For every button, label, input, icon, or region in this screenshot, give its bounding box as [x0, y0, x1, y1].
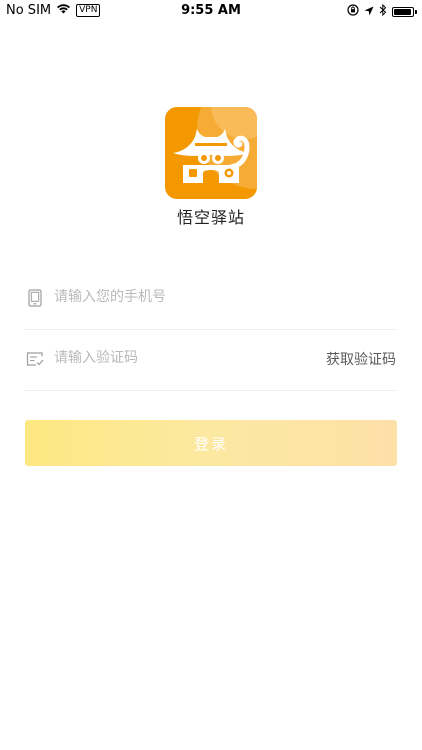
orientation-lock-icon	[347, 4, 359, 20]
status-bar: No SIM VPN 9:55 AM	[0, 0, 422, 22]
bluetooth-icon	[379, 3, 387, 20]
battery-level	[394, 9, 412, 15]
battery-tip	[415, 10, 417, 14]
phone-field-row	[25, 268, 397, 330]
login-button[interactable]: 登录	[25, 420, 397, 466]
battery-icon	[392, 7, 417, 17]
code-input[interactable]	[54, 344, 304, 372]
location-arrow-icon	[364, 5, 374, 20]
app-name: 悟空驿站	[176, 208, 245, 227]
phone-input[interactable]	[54, 283, 304, 311]
code-field-row: 获取验证码	[25, 329, 397, 391]
login-screen: No SIM VPN 9:55 AM 悟空驿站 请输入您的手机号 请输入验证码 …	[0, 0, 422, 750]
status-right	[347, 3, 417, 20]
get-code-button[interactable]: 获取验证码	[326, 349, 396, 369]
verify-code-icon	[26, 350, 44, 368]
app-logo	[165, 107, 257, 199]
monkey-house-logo-icon	[165, 107, 257, 199]
phone-icon	[26, 289, 44, 307]
